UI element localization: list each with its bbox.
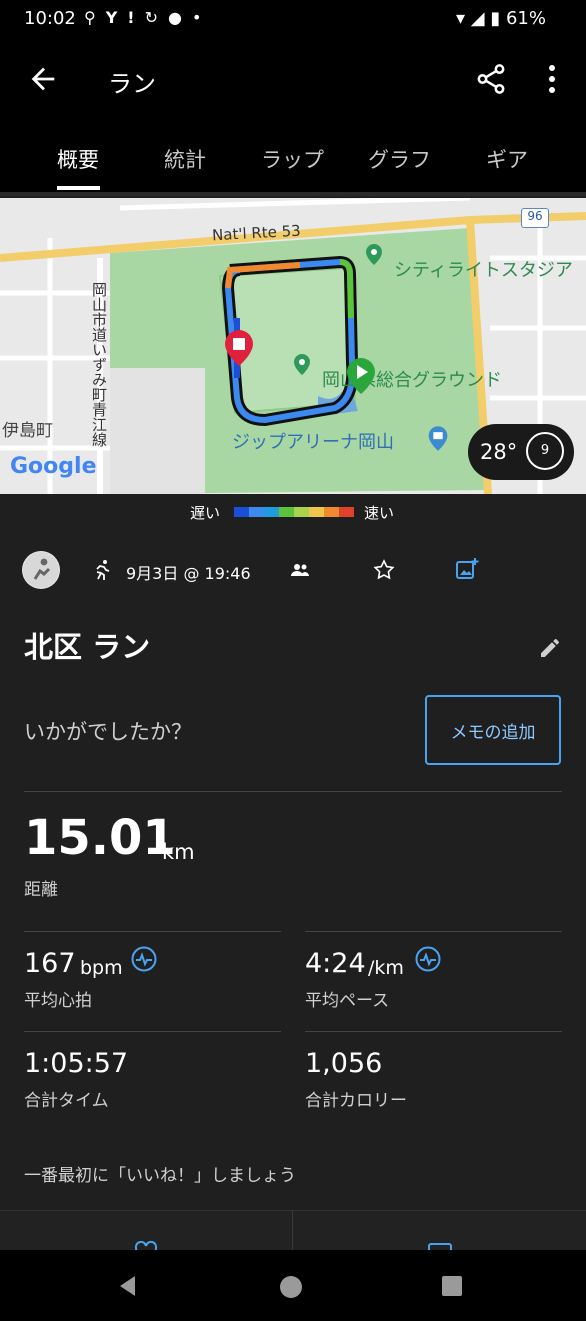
tab-bar: 概要 統計 ラップ グラフ ギア: [0, 120, 586, 196]
heart-rate-value: 167: [24, 948, 76, 979]
place-label-stadium: シティライトスタジア: [394, 260, 573, 281]
yahoo-icon: Y!: [105, 8, 145, 27]
back-arrow-icon[interactable]: [26, 62, 60, 96]
sync-icon: ↻: [144, 8, 169, 27]
street-label-vertical: 岡山市道いずみ町青江線: [90, 282, 108, 447]
tab-indicator: [57, 186, 100, 190]
heart-rate-chart-icon[interactable]: [131, 946, 157, 972]
area-label: 伊島町: [2, 421, 53, 441]
add-photo-icon[interactable]: [454, 556, 480, 582]
running-icon: [90, 558, 114, 582]
battery-level: 61%: [505, 8, 546, 29]
legend-color-swatch: [294, 507, 309, 517]
legend-fast: 速い: [364, 504, 395, 522]
tab-graph[interactable]: グラフ: [368, 144, 431, 174]
status-bar: 10:02 ⚲Y!↻●• ▾ ◢ ▮ 61%: [0, 0, 586, 40]
edit-pencil-icon[interactable]: [538, 636, 562, 660]
share-icon[interactable]: [474, 62, 508, 96]
total-time-value: 1:05:57: [24, 1048, 129, 1079]
pace-unit: /km: [368, 957, 404, 979]
like-prompt: 一番最初に「いいね！」しましょう: [24, 1166, 296, 1186]
pace-chart-icon[interactable]: [415, 946, 441, 972]
place-label-arena: ジップアリーナ岡山: [232, 432, 394, 453]
nav-home-icon[interactable]: [280, 1276, 302, 1298]
legend-color-swatch: [279, 507, 294, 517]
feeling-prompt: いかがでしたか？: [24, 720, 192, 744]
bicycle-icon: ⚲: [84, 8, 106, 27]
wifi-icon: ▾: [455, 8, 466, 29]
divider: [24, 791, 562, 792]
dot-icon: •: [191, 8, 212, 27]
calories-value: 1,056: [305, 1048, 383, 1079]
place-pin-icon: [362, 242, 386, 266]
legend-color-swatch: [324, 507, 339, 517]
divider: [305, 931, 562, 932]
legend-color-bar: [234, 507, 354, 517]
pace-label: 平均ペース: [305, 991, 390, 1011]
google-logo: Google: [10, 454, 97, 479]
legend-color-swatch: [234, 507, 249, 517]
distance-unit: km: [162, 840, 195, 864]
heart-rate-unit: bpm: [80, 957, 123, 979]
nav-recents-icon[interactable]: [442, 1276, 462, 1296]
weather-badge: 9: [526, 432, 564, 470]
finish-marker-icon: [222, 328, 256, 368]
star-icon[interactable]: [372, 558, 396, 582]
distance-label: 距離: [24, 880, 58, 900]
activity-date: 9月3日 @ 19:46: [126, 564, 251, 583]
divider: [292, 1211, 293, 1251]
route-map[interactable]: Nat'l Rte 53 96 シティライトスタジア 岡山県総合グラウンド ジッ…: [0, 198, 586, 494]
add-memo-button[interactable]: メモの追加: [425, 695, 561, 765]
tab-stats[interactable]: 統計: [164, 144, 206, 174]
tab-gear[interactable]: ギア: [486, 144, 528, 174]
notification-icons: ⚲Y!↻●•: [84, 8, 211, 27]
legend-color-swatch: [339, 507, 354, 517]
divider: [305, 1031, 562, 1032]
weather-chip[interactable]: 28° 9: [468, 424, 574, 480]
divider: [24, 1031, 281, 1032]
tab-overview[interactable]: 概要: [57, 144, 99, 174]
status-time: 10:02: [24, 8, 76, 29]
line-icon: ●: [168, 8, 192, 27]
status-right: ▾ ◢ ▮ 61%: [456, 8, 546, 29]
legend-color-swatch: [249, 507, 264, 517]
start-marker-icon: [344, 356, 378, 396]
nav-back-icon[interactable]: [116, 1274, 140, 1298]
group-icon[interactable]: [288, 560, 312, 580]
app-bar: ラン: [0, 40, 586, 120]
distance-value: 15.01: [24, 810, 176, 866]
system-nav-bar: [0, 1250, 586, 1321]
calories-label: 合計カロリー: [305, 1091, 407, 1111]
bottom-action-bar: [0, 1210, 586, 1251]
heart-rate-label: 平均心拍: [24, 991, 92, 1011]
divider: [24, 931, 281, 932]
legend-color-swatch: [309, 507, 324, 517]
signal-icon: ◢: [470, 8, 485, 29]
activity-title: 北区 ラン: [24, 630, 151, 664]
battery-icon: ▮: [490, 8, 501, 29]
legend-color-swatch: [264, 507, 279, 517]
tab-laps[interactable]: ラップ: [261, 144, 324, 174]
total-time-label: 合計タイム: [24, 1091, 109, 1111]
legend-slow: 遅い: [190, 504, 221, 522]
pace-value: 4:24: [305, 948, 366, 979]
more-options-icon[interactable]: [540, 62, 564, 96]
avatar[interactable]: [22, 551, 60, 589]
page-title: ラン: [108, 70, 156, 98]
temperature: 28°: [480, 440, 518, 464]
arena-pin-icon: [424, 424, 452, 452]
place-pin-icon: [290, 352, 314, 376]
route-badge: 96: [521, 208, 549, 228]
